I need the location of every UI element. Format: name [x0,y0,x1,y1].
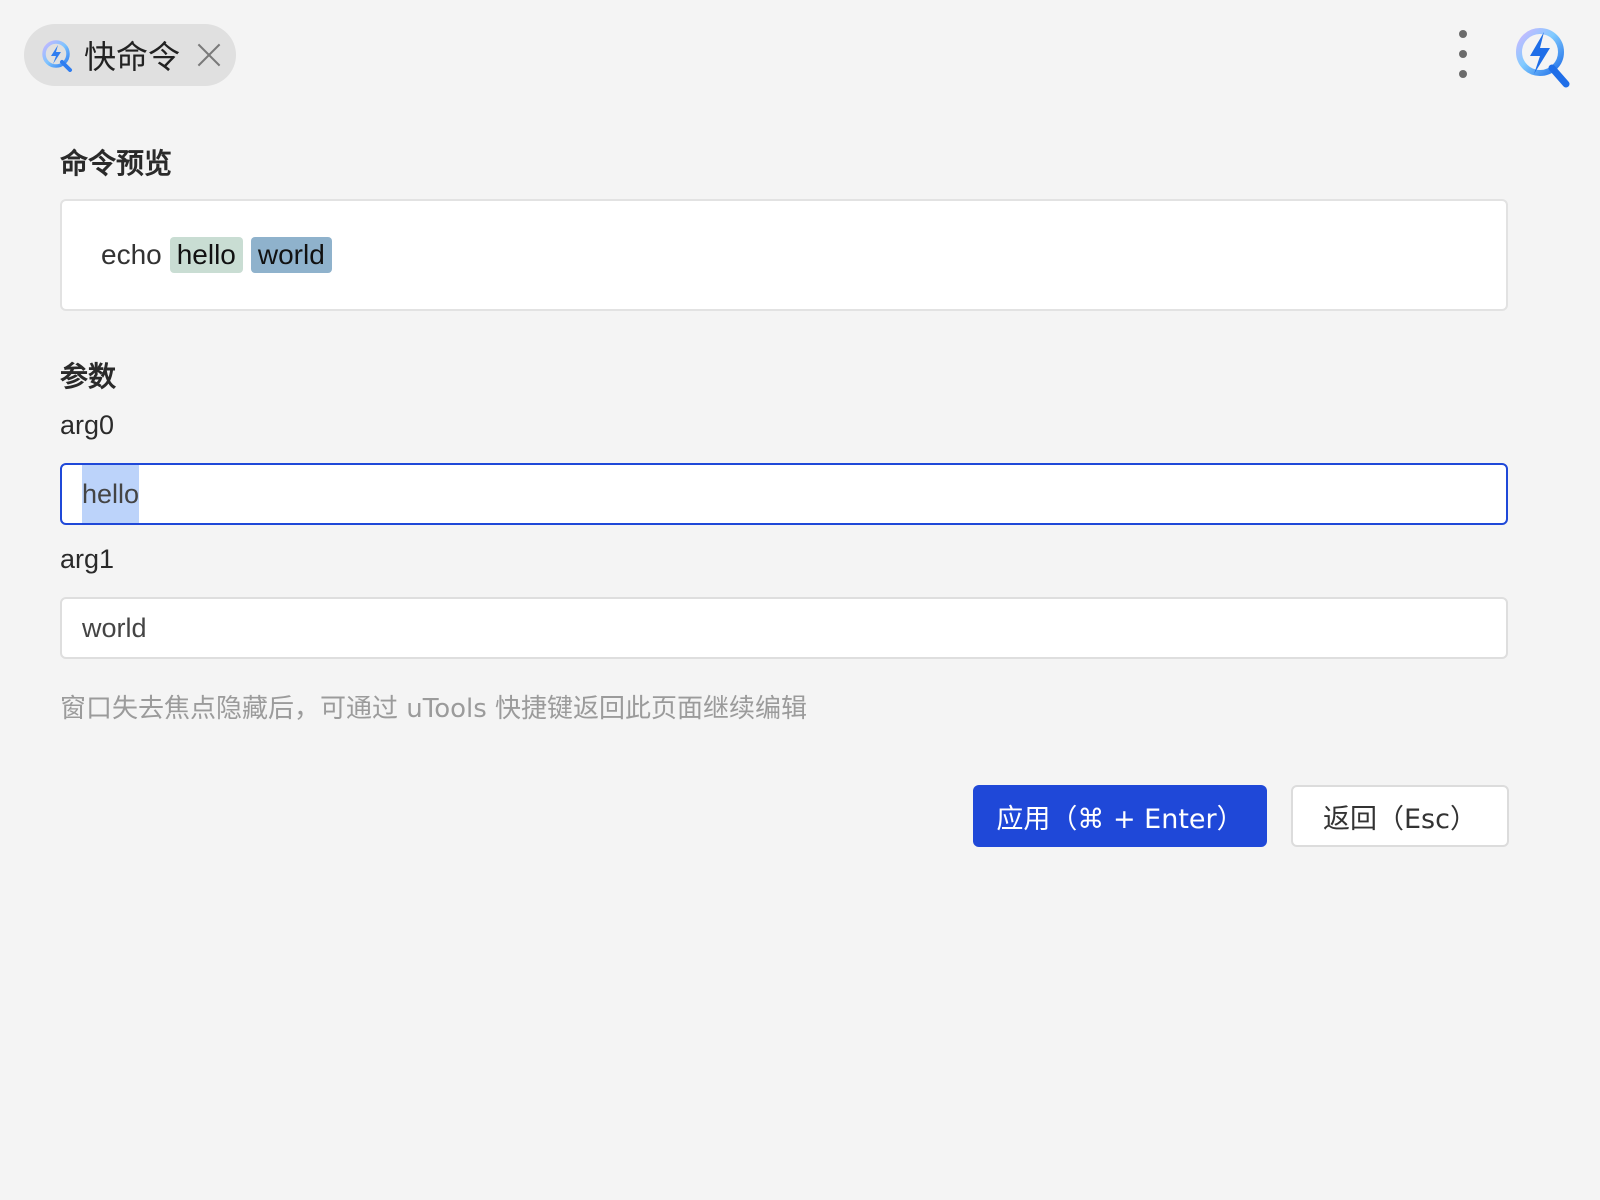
hint-text: 窗口失去焦点隐藏后，可通过 uTools 快捷键返回此页面继续编辑 [60,694,808,724]
command-name: echo [101,239,162,270]
back-button[interactable]: 返回（Esc） [1291,785,1509,847]
close-icon[interactable] [194,40,224,70]
utools-bolt-logo-icon [42,40,72,72]
params-section-title: 参数 [60,360,117,393]
utools-bolt-logo-icon[interactable] [1512,24,1572,88]
menu-dot [1459,70,1467,78]
apply-button[interactable]: 应用（⌘ + Enter） [973,785,1267,847]
arg1-input-value: world [82,612,147,643]
plugin-tag[interactable]: 快命令 [24,24,236,86]
arg0-input-value: hello [82,465,140,523]
plugin-tag-label: 快命令 [84,38,181,76]
arg1-input[interactable]: world [60,597,1508,659]
command-preview: echo hello world [60,199,1508,311]
more-vertical-icon[interactable] [1448,30,1478,78]
arg0-label: arg0 [60,410,115,440]
command-arg-1: world [250,237,332,273]
command-arg-0: hello [169,237,243,273]
menu-dot [1459,50,1467,58]
menu-dot [1459,30,1467,38]
arg0-input[interactable]: hello [60,463,1508,525]
arg1-label: arg1 [60,544,115,574]
quick-command-window: 快命令 命令预览 echo hello world 参数 arg0 hello … [0,0,1600,1200]
preview-section-title: 命令预览 [60,147,173,180]
